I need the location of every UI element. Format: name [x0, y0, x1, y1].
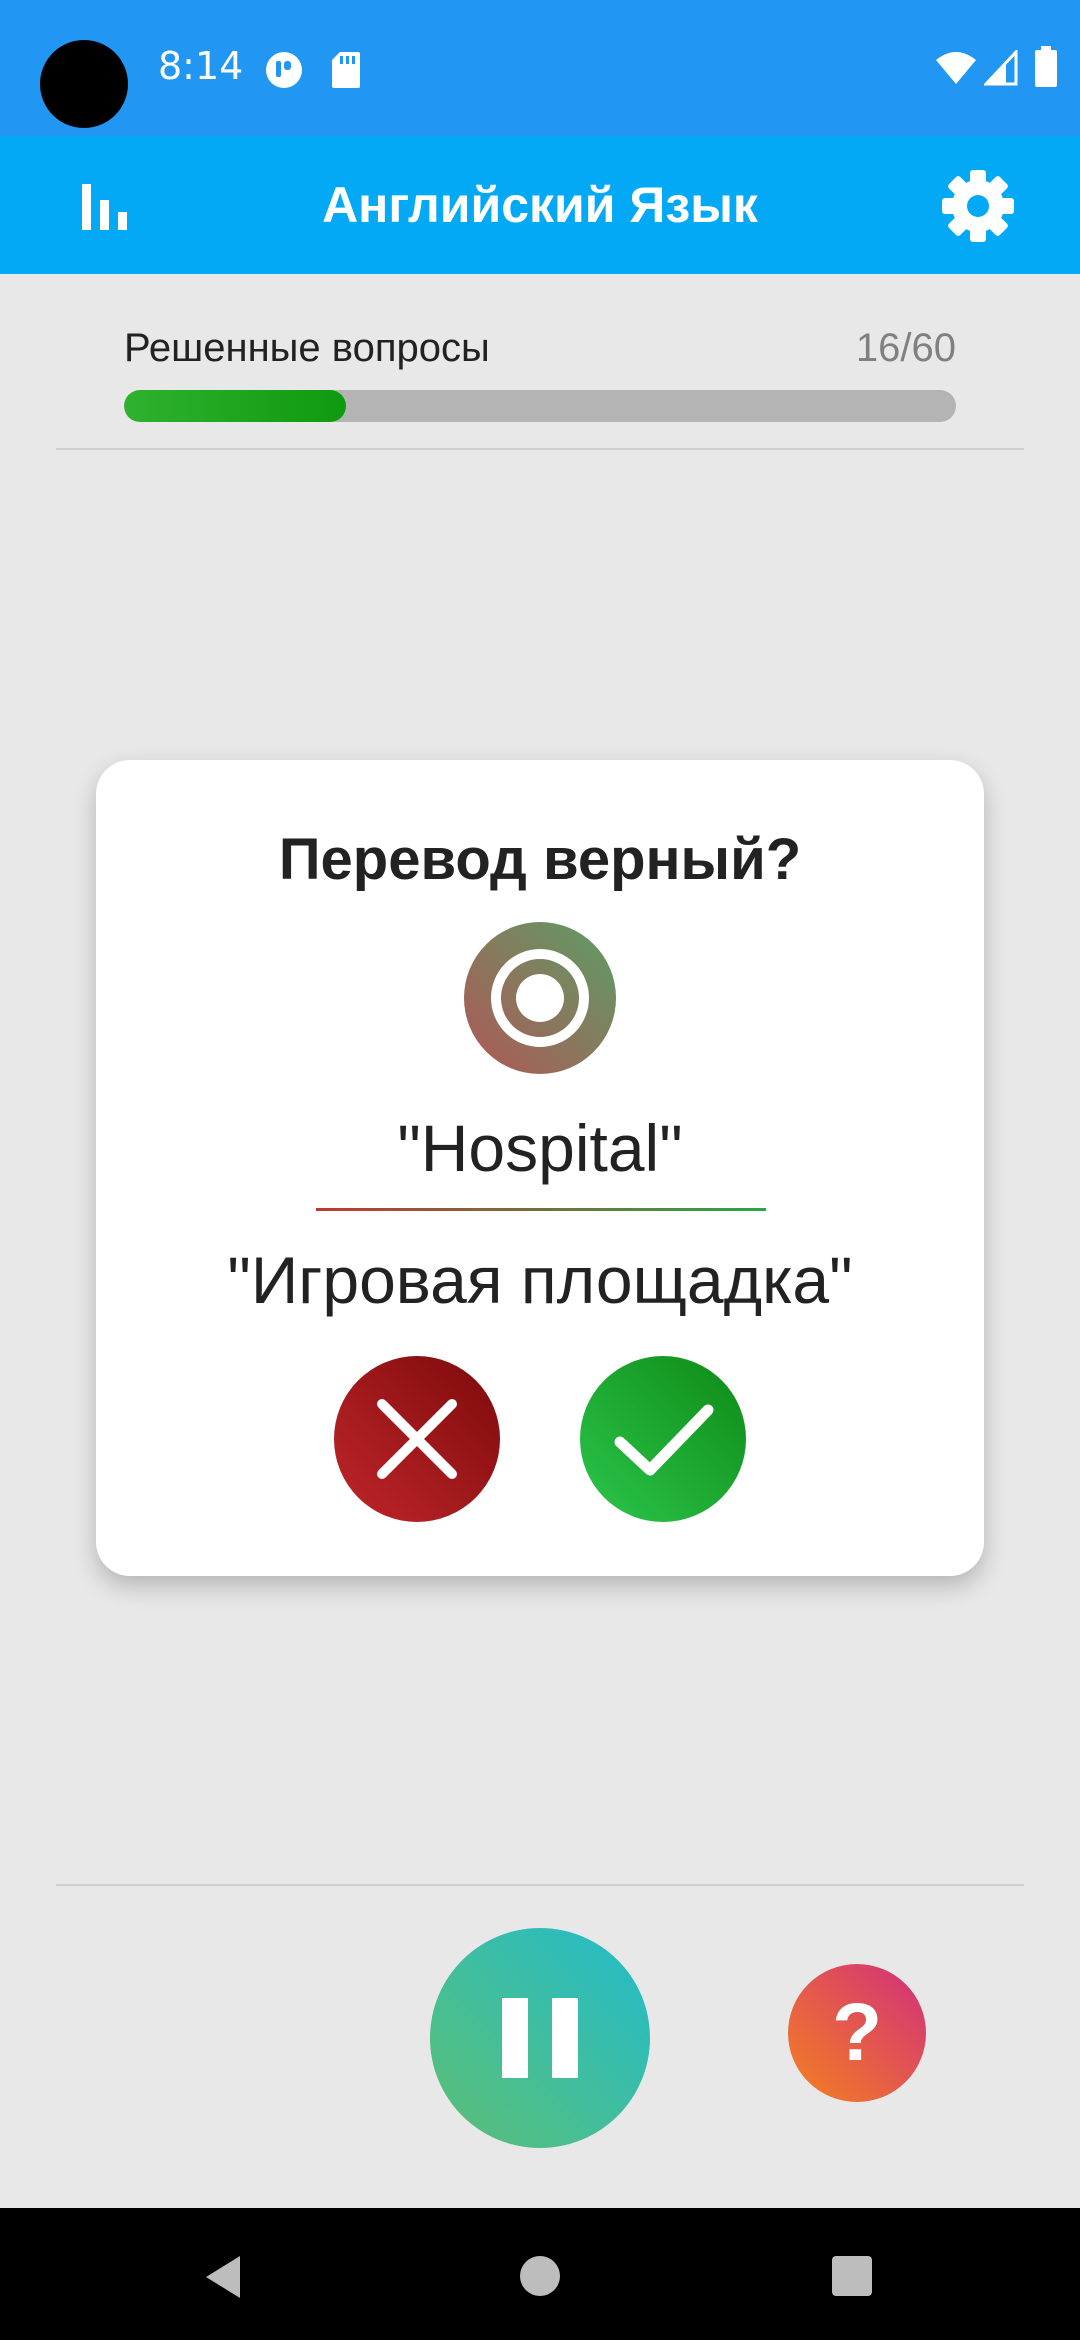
bottom-divider [56, 1884, 1024, 1886]
status-time: 8:14 [158, 44, 244, 88]
battery-icon [1035, 46, 1057, 87]
translation-text: "Игровая площадка" [227, 1243, 853, 1317]
progress-fill [124, 390, 346, 422]
cell-signal-icon [984, 50, 1018, 86]
close-icon [377, 1399, 457, 1479]
app-bar: Английский Язык [0, 136, 1080, 274]
progress-count: 16/60 [855, 326, 956, 370]
top-divider [56, 448, 1024, 450]
pause-button[interactable] [430, 1928, 650, 2148]
wifi-icon [936, 52, 976, 84]
help-button[interactable]: ? [788, 1964, 926, 2102]
progress-label: Решенные вопросы [124, 326, 490, 370]
english-word: "Hospital" [397, 1111, 683, 1185]
camera-cutout [40, 40, 128, 128]
sd-card-icon [332, 52, 360, 88]
gear-icon[interactable] [938, 166, 1018, 246]
question-title: Перевод верный? [278, 827, 802, 892]
back-icon[interactable] [200, 2252, 250, 2302]
recents-icon[interactable] [830, 2254, 874, 2298]
pause-icon [502, 1998, 578, 2078]
target-icon [464, 922, 616, 1074]
check-icon [614, 1404, 714, 1476]
navigation-bar [0, 2208, 1080, 2340]
question-card: Перевод верный? "Hospital" "Игровая площ… [96, 760, 984, 1576]
correct-button[interactable] [580, 1356, 746, 1522]
progress-bar [124, 390, 956, 422]
home-icon[interactable] [518, 2254, 562, 2298]
notification-app-icon [266, 52, 302, 88]
app-title: Английский Язык [322, 177, 758, 233]
word-underline [316, 1208, 766, 1211]
status-bar: 8:14 [0, 0, 1080, 136]
help-label: ? [831, 1987, 883, 2078]
wrong-button[interactable] [334, 1356, 500, 1522]
